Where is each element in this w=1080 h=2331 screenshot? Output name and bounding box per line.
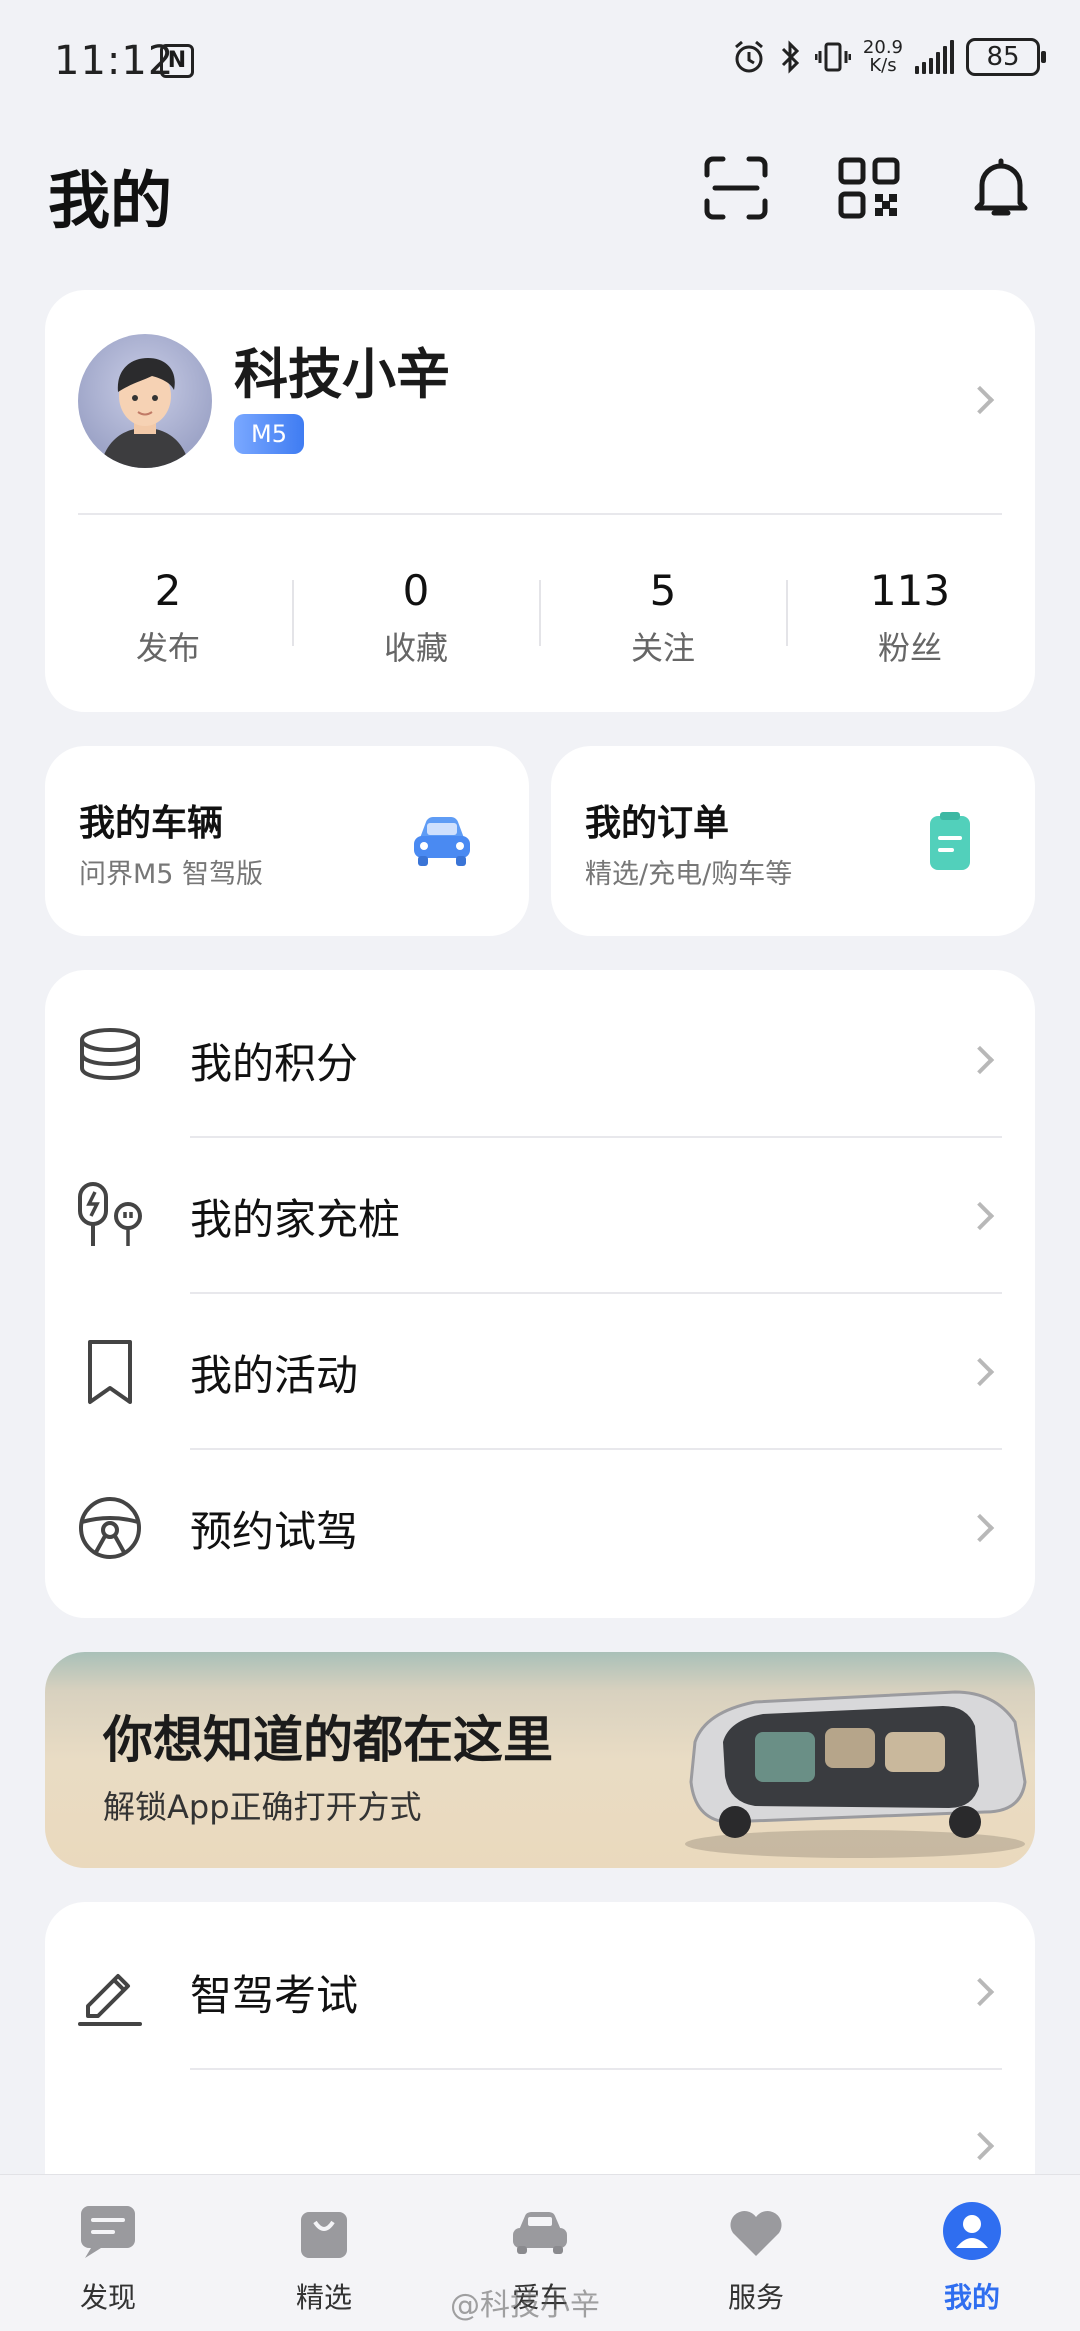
alarm-icon [734, 40, 763, 73]
nfc-icon: N [160, 44, 194, 78]
nav-tab-mine[interactable]: 我的 [892, 2200, 1052, 2316]
bell-icon[interactable] [968, 155, 1034, 221]
discover-icon [81, 2206, 135, 2258]
my-orders-subtitle: 精选/充电/购车等 [585, 859, 793, 890]
stat-favorites[interactable]: 0 收藏 [292, 566, 540, 669]
heart-icon [730, 2210, 782, 2256]
avatar[interactable] [78, 334, 212, 468]
menu-divider [190, 1136, 1002, 1138]
stat-posts[interactable]: 2 发布 [44, 566, 292, 669]
banner-subtitle: 解锁App正确打开方式 [103, 1788, 422, 1826]
nav-tab-featured[interactable]: 精选 [244, 2200, 404, 2316]
nav-tab-discover[interactable]: 发现 [28, 2200, 188, 2316]
car-icon [414, 817, 470, 866]
watermark: @科技小辛 [450, 2288, 600, 2323]
battery-icon: 85 [966, 38, 1046, 76]
menu-label-charger: 我的家充桩 [190, 1195, 401, 1244]
member-badge: M5 [234, 414, 304, 454]
bluetooth-icon [781, 40, 800, 74]
network-speed: 20.9 K/s [862, 37, 903, 76]
status-indicators: 20.9 K/s 85 [731, 37, 1046, 76]
banner-title: 你想知道的都在这里 [103, 1711, 553, 1769]
menu-divider [190, 1448, 1002, 1450]
signal-icon [915, 40, 954, 74]
my-orders-title: 我的订单 [585, 803, 730, 844]
car-image [685, 1690, 1027, 1858]
coins-icon [80, 1028, 140, 1081]
shopping-bag-icon [301, 2212, 347, 2258]
my-vehicle-title: 我的车辆 [79, 803, 224, 844]
scan-icon[interactable] [703, 155, 769, 221]
user-icon [943, 2202, 1001, 2260]
page-title: 我的 [48, 164, 173, 237]
menu-label-test-drive: 预约试驾 [190, 1507, 359, 1556]
status-time: 11:12 [54, 38, 175, 84]
username[interactable]: 科技小辛 [234, 330, 450, 409]
menu-label-points: 我的积分 [190, 1039, 359, 1088]
my-vehicle-subtitle: 问界M5 智驾版 [79, 859, 264, 890]
qrcode-icon[interactable] [836, 155, 902, 221]
stat-followers[interactable]: 113 粉丝 [786, 566, 1034, 669]
order-icon [930, 812, 970, 870]
charger-icon [78, 1182, 142, 1246]
pencil-icon [78, 1974, 142, 2026]
bookmark-icon [88, 1340, 132, 1404]
vibrate-icon [814, 42, 851, 72]
menu-label-activities: 我的活动 [190, 1351, 359, 1400]
menu-divider [190, 1292, 1002, 1294]
nav-tab-service[interactable]: 服务 [676, 2200, 836, 2316]
menu-divider [190, 2068, 1002, 2070]
car-icon [513, 2212, 567, 2254]
menu-label-exam: 智驾考试 [190, 1971, 359, 2020]
profile-divider [78, 513, 1002, 515]
stat-following[interactable]: 5 关注 [539, 566, 787, 669]
steering-wheel-icon [79, 1497, 141, 1559]
